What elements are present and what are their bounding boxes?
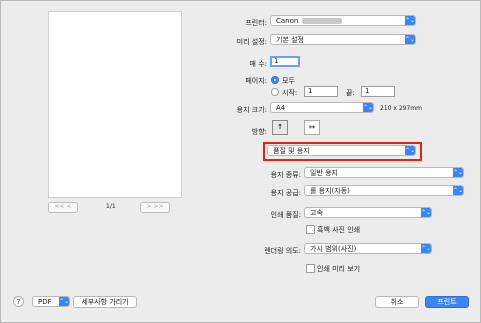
paper-size-value: A4 [276, 104, 286, 112]
section-menu-value: 품질 및 용지 [273, 147, 310, 155]
pages-all-label: 모두 [282, 77, 295, 85]
chevron-updown-icon: ⌃⌄ [405, 16, 416, 25]
first-page-button[interactable]: << < [48, 202, 78, 213]
print-quality-popup[interactable]: 고속 ⌃⌄ [304, 207, 432, 218]
printer-value: Canon [276, 17, 299, 25]
paper-size-popup[interactable]: A4 ⌃⌄ [270, 102, 374, 113]
printer-model-redacted [302, 18, 343, 24]
pdf-menu-button[interactable]: PDF ⌃⌄ [32, 296, 70, 307]
printer-label: 프린터: [245, 19, 267, 27]
pages-label: 페이지: [245, 77, 267, 85]
portrait-icon: ↑ [277, 123, 283, 131]
presets-value: 기본 설정 [276, 36, 304, 44]
printer-popup[interactable]: Canon ⌃⌄ [270, 15, 416, 26]
section-menu-popup[interactable]: 품질 및 용지 ⌃⌄ [267, 145, 416, 156]
pages-from-field[interactable]: 1 [304, 86, 338, 97]
media-type-popup[interactable]: 일반 용지 ⌃⌄ [304, 167, 464, 178]
cancel-button[interactable]: 취소 [375, 296, 419, 308]
pages-range-radio[interactable] [271, 88, 279, 96]
media-type-label: 용지 종류: [270, 171, 301, 179]
media-type-value: 일반 용지 [310, 169, 338, 177]
help-button[interactable]: ? [13, 296, 24, 307]
pages-to-label: 끝: [346, 89, 355, 97]
rendering-intent-value: 가시 범위(사진) [310, 245, 357, 253]
pages-all-radio[interactable] [271, 76, 279, 84]
chevron-updown-icon: ⌃⌄ [453, 186, 464, 195]
copies-label: 매 수: [249, 60, 267, 68]
grayscale-label: 흑백 사진 인쇄 [317, 226, 361, 234]
print-preview-checkbox[interactable] [306, 264, 315, 273]
chevron-updown-icon: ⌃⌄ [421, 244, 432, 253]
orientation-label: 방향: [251, 128, 267, 136]
paper-source-value: 롤 용지(자동) [310, 187, 350, 195]
presets-label: 미리 설정: [236, 38, 267, 46]
print-quality-label: 인쇄 품질: [270, 211, 301, 219]
print-preview-page [48, 11, 182, 198]
print-dialog: << < 1/1 > >> 프린터: Canon ⌃⌄ 미리 설정: 기본 설정… [0, 0, 481, 323]
landscape-orientation-button[interactable]: ↦ [304, 120, 320, 135]
grayscale-checkbox[interactable] [306, 225, 315, 234]
portrait-orientation-button[interactable]: ↑ [272, 120, 288, 135]
copies-field[interactable]: 1 [270, 56, 300, 67]
next-page-button[interactable]: > >> [140, 202, 170, 213]
chevron-down-icon: ⌃⌄ [59, 297, 70, 306]
paper-dimensions: 210 x 297mm [380, 105, 422, 112]
paper-source-popup[interactable]: 롤 용지(자동) ⌃⌄ [304, 185, 464, 196]
print-button[interactable]: 프린트 [425, 296, 469, 308]
chevron-updown-icon: ⌃⌄ [405, 35, 416, 44]
print-quality-value: 고속 [310, 209, 323, 217]
print-preview-label: 인쇄 미리 보기 [317, 265, 361, 273]
paper-source-label: 용지 공급: [270, 189, 301, 197]
chevron-updown-icon: ⌃⌄ [453, 168, 464, 177]
pdf-label: PDF [38, 298, 52, 306]
page-indicator: 1/1 [106, 203, 116, 210]
pages-to-field[interactable]: 1 [361, 86, 395, 97]
rendering-intent-label: 렌더링 의도: [264, 247, 301, 255]
chevron-updown-icon: ⌃⌄ [363, 103, 374, 112]
chevron-updown-icon: ⌃⌄ [405, 146, 416, 155]
presets-popup[interactable]: 기본 설정 ⌃⌄ [270, 34, 416, 45]
rendering-intent-popup[interactable]: 가시 범위(사진) ⌃⌄ [304, 243, 432, 254]
landscape-icon: ↦ [309, 123, 315, 131]
chevron-updown-icon: ⌃⌄ [421, 208, 432, 217]
pages-from-label: 시작: [282, 89, 298, 97]
hide-details-button[interactable]: 세부사항 가리기 [73, 296, 137, 308]
paper-size-label: 용지 크기: [236, 106, 267, 114]
